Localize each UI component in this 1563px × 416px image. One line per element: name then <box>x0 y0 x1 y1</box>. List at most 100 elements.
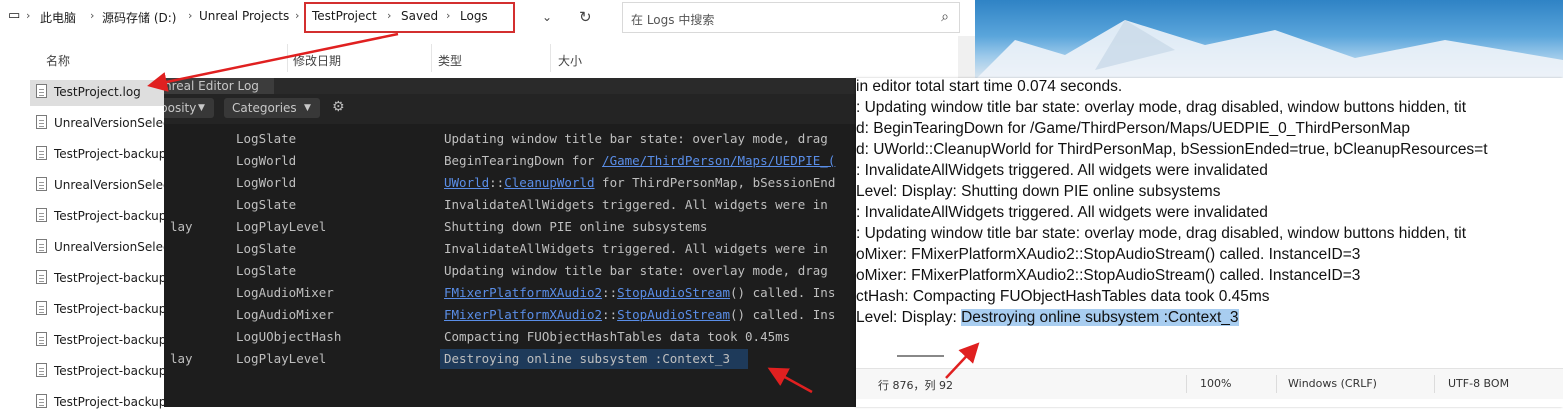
file-name: TestProject-backup <box>54 271 167 285</box>
scope-separator: :: <box>489 175 505 190</box>
file-row[interactable]: UnrealVersionSelec <box>30 111 180 137</box>
file-row[interactable]: TestProject-backup <box>30 266 180 292</box>
tab-editor-log[interactable]: nreal Editor Log <box>164 78 274 94</box>
mountain-image <box>975 20 1563 80</box>
log-row[interactable]: LogWorld BeginTearingDown for /Game/Thir… <box>164 150 856 172</box>
code-link[interactable]: CleanupWorld <box>504 175 594 190</box>
log-row[interactable]: LogSlate InvalidateAllWidgets triggered.… <box>164 194 856 216</box>
log-row[interactable]: LogWorld UWorld::CleanupWorld for ThirdP… <box>164 172 856 194</box>
column-header-type[interactable]: 类型 <box>438 52 462 69</box>
file-icon <box>36 332 47 346</box>
breadcrumb-this-pc[interactable]: 此电脑 <box>40 9 76 26</box>
text-line[interactable]: d: BeginTearingDown for /Game/ThirdPerso… <box>856 120 1410 138</box>
chevron-right-icon: › <box>90 9 95 22</box>
log-category: LogAudioMixer <box>236 285 334 300</box>
file-icon <box>36 301 47 315</box>
file-icon <box>36 84 47 98</box>
file-icon <box>36 363 47 377</box>
log-message: Shutting down PIE online subsystems <box>444 219 708 234</box>
code-link[interactable]: UWorld <box>444 175 489 190</box>
search-icon[interactable]: ⌕ <box>941 9 949 25</box>
caret-down-icon: ▼ <box>198 103 205 113</box>
verbosity-dropdown[interactable]: bosity ▼ <box>164 98 214 118</box>
status-divider <box>1276 375 1277 393</box>
text-line[interactable]: in editor total start time 0.074 seconds… <box>856 78 1122 96</box>
log-row[interactable]: LogAudioMixer FMixerPlatformXAudio2::Sto… <box>164 282 856 304</box>
log-category: LogAudioMixer <box>236 307 334 322</box>
categories-label: Categories <box>232 101 297 115</box>
file-name: TestProject-backup <box>54 147 167 161</box>
file-row[interactable]: TestProject-backup <box>30 204 180 230</box>
refresh-icon[interactable]: ↻ <box>579 8 592 26</box>
file-name: TestProject-backup <box>54 209 167 223</box>
column-header-modified[interactable]: 修改日期 <box>293 52 341 69</box>
log-message: InvalidateAllWidgets triggered. All widg… <box>444 197 828 212</box>
column-header-size[interactable]: 大小 <box>558 52 582 69</box>
encoding: UTF-8 BOM <box>1448 377 1510 390</box>
file-row[interactable]: TestProject-backup <box>30 390 180 416</box>
log-category: LogSlate <box>236 241 297 256</box>
file-row[interactable]: TestProject.log <box>30 80 180 106</box>
breadcrumb-unreal-projects[interactable]: Unreal Projects <box>199 9 289 23</box>
chevron-right-icon: › <box>295 9 300 22</box>
log-message: FMixerPlatformXAudio2::StopAudioStream()… <box>444 285 835 300</box>
log-message-suffix: () called. Ins <box>730 307 836 322</box>
gear-icon[interactable]: ⚙ <box>332 99 345 115</box>
file-row[interactable]: UnrealVersionSelec <box>30 235 180 261</box>
log-row[interactable]: LogSlate Updating window title bar state… <box>164 260 856 282</box>
breadcrumb-drive[interactable]: 源码存储 (D:) <box>102 9 176 26</box>
log-row[interactable]: lay LogPlayLevel Shutting down PIE onlin… <box>164 216 856 238</box>
asset-link[interactable]: /Game/ThirdPerson/Maps/UEDPIE_( <box>602 153 835 168</box>
column-divider[interactable] <box>431 44 432 72</box>
file-row[interactable]: UnrealVersionSelec <box>30 173 180 199</box>
text-line[interactable]: : InvalidateAllWidgets triggered. All wi… <box>856 204 1268 222</box>
categories-dropdown[interactable]: Categories ▼ <box>224 98 320 118</box>
column-divider[interactable] <box>287 44 288 72</box>
text-line[interactable]: d: UWorld::CleanupWorld for ThirdPersonM… <box>856 141 1488 159</box>
log-row-highlighted[interactable]: lay LogPlayLevel Destroying online subsy… <box>164 348 856 370</box>
chevron-down-icon[interactable]: ⌄ <box>542 10 552 24</box>
log-verbosity: lay <box>170 219 193 234</box>
code-link[interactable]: StopAudioStream <box>617 307 730 322</box>
file-name: UnrealVersionSelec <box>54 178 170 192</box>
log-row[interactable]: LogUObjectHash Compacting FUObjectHashTa… <box>164 326 856 348</box>
search-box[interactable]: 在 Logs 中搜索 ⌕ <box>622 2 960 33</box>
log-message-suffix: () called. Ins <box>730 285 836 300</box>
selected-text[interactable]: Destroying online subsystem :Context_3 <box>961 309 1239 326</box>
file-row[interactable]: TestProject-backup <box>30 142 180 168</box>
text-line[interactable]: ctHash: Compacting FUObjectHashTables da… <box>856 288 1270 306</box>
log-category: LogSlate <box>236 263 297 278</box>
log-message: FMixerPlatformXAudio2::StopAudioStream()… <box>444 307 835 322</box>
log-row[interactable]: LogSlate InvalidateAllWidgets triggered.… <box>164 238 856 260</box>
log-message-prefix: BeginTearingDown for <box>444 153 603 168</box>
unreal-output-log-window: nreal Editor Log bosity ▼ Categories ▼ ⚙… <box>164 78 856 407</box>
column-divider[interactable] <box>550 44 551 72</box>
log-row[interactable]: LogSlate Updating window title bar state… <box>164 128 856 150</box>
file-row[interactable]: TestProject-backup <box>30 359 180 385</box>
code-link[interactable]: FMixerPlatformXAudio2 <box>444 307 602 322</box>
text-line[interactable]: oMixer: FMixerPlatformXAudio2::StopAudio… <box>856 246 1360 264</box>
log-message-suffix: for ThirdPersonMap, bSessionEnd <box>594 175 836 190</box>
log-message: Destroying online subsystem :Context_3 <box>444 351 730 366</box>
text-line[interactable]: : Updating window title bar state: overl… <box>856 99 1466 117</box>
tab-bar: nreal Editor Log <box>164 78 856 94</box>
text-line[interactable]: oMixer: FMixerPlatformXAudio2::StopAudio… <box>856 267 1360 285</box>
column-header-name[interactable]: 名称 <box>46 52 70 69</box>
text-line-selected[interactable]: Level: Display: Destroying online subsys… <box>856 309 1239 327</box>
watermark: 知乎 @Tanzq <box>1236 315 1505 364</box>
text-line[interactable]: : InvalidateAllWidgets triggered. All wi… <box>856 162 1268 180</box>
log-category: LogUObjectHash <box>236 329 342 344</box>
file-row[interactable]: TestProject-backup <box>30 297 180 323</box>
text-line[interactable]: : Updating window title bar state: overl… <box>856 225 1466 243</box>
log-message: InvalidateAllWidgets triggered. All widg… <box>444 241 828 256</box>
code-link[interactable]: StopAudioStream <box>617 285 730 300</box>
text-line[interactable]: Level: Display: Shutting down PIE online… <box>856 183 1220 201</box>
log-row[interactable]: LogAudioMixer FMixerPlatformXAudio2::Sto… <box>164 304 856 326</box>
log-message: UWorld::CleanupWorld for ThirdPersonMap,… <box>444 175 835 190</box>
code-link[interactable]: FMixerPlatformXAudio2 <box>444 285 602 300</box>
file-row[interactable]: TestProject-backup <box>30 328 180 354</box>
file-name: UnrealVersionSelec <box>54 240 170 254</box>
scope-separator: :: <box>602 307 618 322</box>
chevron-right-icon: › <box>26 9 31 22</box>
log-toolbar: bosity ▼ Categories ▼ ⚙ <box>164 94 856 124</box>
